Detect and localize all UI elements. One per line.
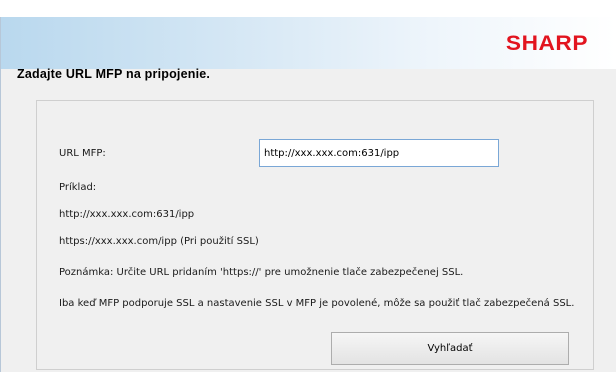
window-top-border bbox=[0, 0, 616, 18]
example-label: Príklad: bbox=[59, 182, 97, 193]
search-button-label: Vyhľadať bbox=[427, 343, 473, 354]
search-button[interactable]: Vyhľadať bbox=[331, 332, 569, 365]
url-label: URL MFP: bbox=[59, 148, 106, 159]
header-banner: SHARP bbox=[1, 17, 616, 69]
page-title: Zadajte URL MFP na pripojenie. bbox=[17, 67, 211, 81]
example-url-https: https://xxx.xxx.com/ipp (Pri použití SSL… bbox=[59, 236, 259, 247]
ssl-note: Poznámka: Určite URL pridaním 'https://'… bbox=[59, 267, 464, 278]
url-input[interactable] bbox=[259, 139, 499, 167]
example-url-http: http://xxx.xxx.com:631/ipp bbox=[59, 209, 195, 220]
sharp-logo: SHARP bbox=[505, 32, 588, 55]
ssl-info: Iba keď MFP podporuje SSL a nastavenie S… bbox=[59, 298, 575, 309]
